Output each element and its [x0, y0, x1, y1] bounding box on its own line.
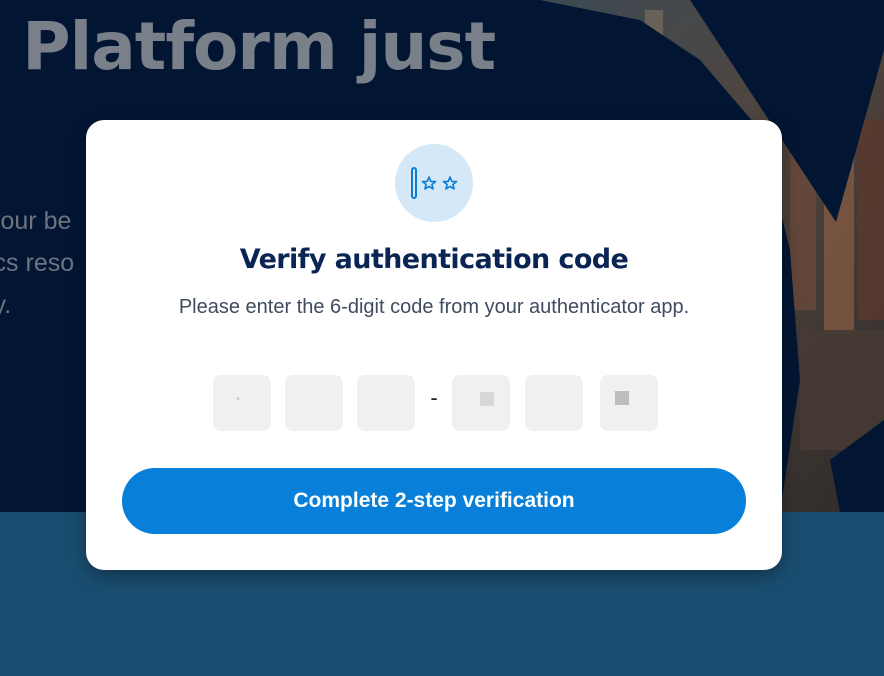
code-digit-6[interactable]: [600, 375, 658, 431]
dialog-title: Verify authentication code: [239, 244, 629, 275]
hero-description: your be ics reso ly.: [0, 200, 74, 326]
code-digit-5[interactable]: [525, 375, 583, 431]
password-field-icon: [395, 144, 473, 222]
page: s Platform just your be ics reso ly. Ver…: [0, 0, 884, 676]
hero-description-line: your be: [0, 207, 72, 235]
complete-verification-button[interactable]: Complete 2-step verification: [122, 468, 746, 534]
verify-code-dialog: Verify authentication code Please enter …: [86, 120, 782, 570]
hero-heading: s Platform just: [0, 8, 496, 85]
hero-description-line: ics reso: [0, 249, 75, 277]
dialog-subtitle: Please enter the 6-digit code from your …: [178, 296, 690, 318]
code-digit-4[interactable]: [452, 375, 510, 431]
code-digit-3[interactable]: [357, 375, 415, 431]
code-digit-1[interactable]: [213, 375, 271, 431]
hero-description-line: ly.: [0, 291, 12, 319]
code-digit-2[interactable]: [285, 375, 343, 431]
code-separator: -: [430, 385, 438, 410]
